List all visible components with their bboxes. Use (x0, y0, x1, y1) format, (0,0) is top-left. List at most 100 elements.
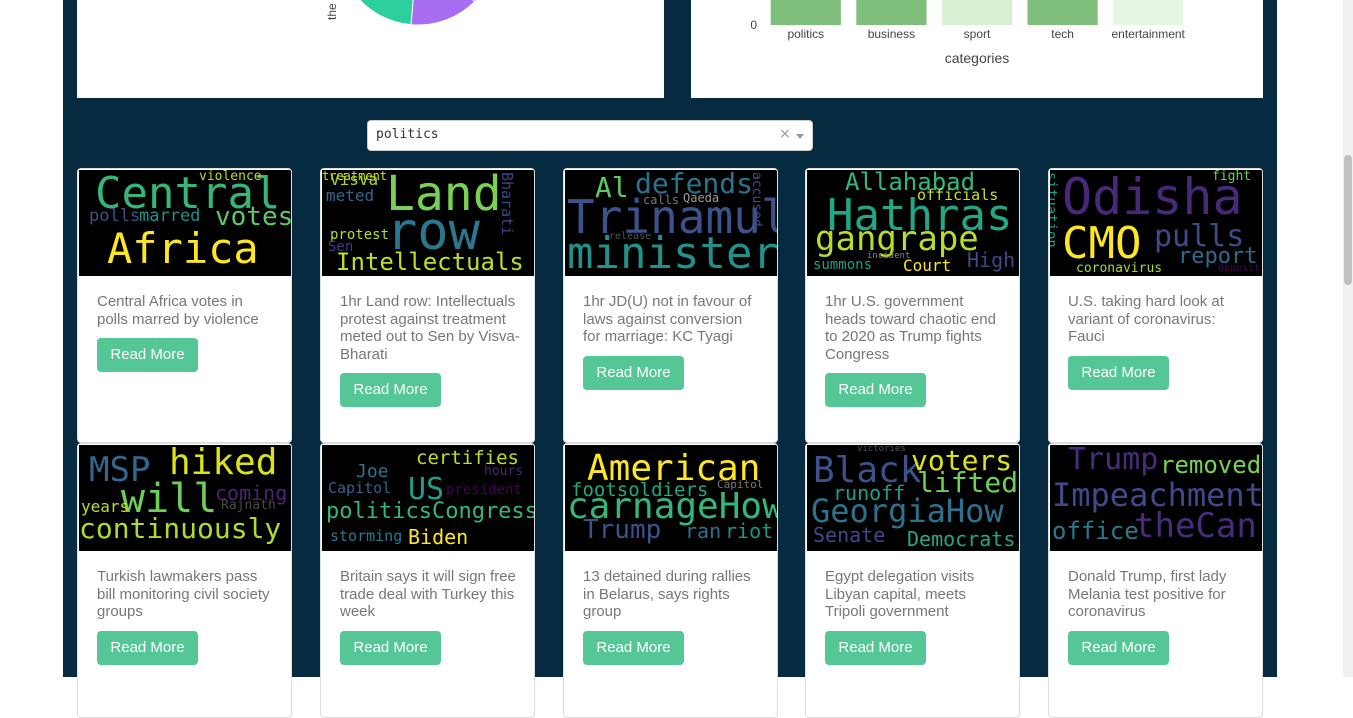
word-cloud-word: Court (903, 256, 952, 275)
word-cloud-word: Trump (583, 515, 662, 545)
word-cloud-image: Land row Intellectuals Visva meted protest Sen… (322, 170, 534, 276)
read-more-button[interactable]: Read More (1068, 355, 1169, 390)
read-more-button[interactable]: Read More (1068, 630, 1169, 665)
news-headline: U.S. taking hard look at variant of coro… (1068, 293, 1224, 345)
word-cloud-word: hours (484, 464, 524, 479)
bar-politics[interactable] (770, 0, 841, 25)
word-cloud-word: Opposition (1218, 263, 1262, 274)
word-cloud-image: American footsoldiers Capitol carnageHow Tru… (565, 445, 777, 551)
pie-slice-label: the (325, 3, 339, 20)
word-cloud-word: Bharati (498, 172, 516, 236)
x-tick-label: politics (787, 27, 824, 41)
bar-chart: 0politics business sport tech entertainment … (750, 0, 1186, 66)
news-card: Odisha CMO pulls report fight situation corona… (1048, 168, 1263, 443)
news-headline: Central Africa votes in polls marred by … (97, 293, 259, 328)
clear-icon[interactable]: × (779, 126, 791, 142)
word-cloud-word: minister (567, 228, 778, 276)
word-cloud-word: treatment (322, 170, 388, 183)
word-cloud-word: Biden (408, 525, 469, 549)
word-cloud-word: fight (1212, 170, 1252, 184)
x-tick-label: business (868, 27, 915, 41)
read-more-button[interactable]: Read More (825, 630, 926, 665)
news-headline: 13 detained during rallies in Belarus, s… (583, 568, 751, 620)
word-cloud-word: calls (643, 193, 680, 207)
word-cloud-word: politicsCongress (326, 499, 535, 524)
news-card: Central Africa votes polls marred violence Cen… (77, 168, 292, 443)
news-headline: Donald Trump, first lady Melania test po… (1068, 568, 1227, 620)
word-cloud-word: officials (917, 186, 999, 204)
word-cloud-word: Democrats (907, 527, 1016, 551)
word-cloud-word: Rajnath (221, 498, 276, 513)
word-cloud-image: Hathras gangrape Allahabad officials summons… (807, 170, 1019, 276)
bar-tech[interactable] (1027, 0, 1098, 25)
word-cloud-word: riot (725, 519, 774, 543)
news-headline: Turkish lawmakers pass bill monitoring c… (97, 568, 270, 620)
page-scrollbar[interactable] (1343, 0, 1353, 677)
word-cloud-word: summons (813, 257, 873, 273)
category-dropdown[interactable]: politics × (367, 120, 813, 151)
scrollbar-thumb[interactable] (1344, 155, 1352, 285)
word-cloud-word: Capitol (328, 479, 392, 497)
news-headline: Egypt delegation visits Libyan capital, … (825, 568, 975, 620)
word-cloud-word: continuously (79, 512, 282, 545)
word-cloud-word: Africa (107, 224, 259, 273)
x-tick-label: tech (1051, 27, 1074, 41)
word-cloud-image: certifies Joe hours Capitol US president polit… (322, 445, 535, 551)
word-cloud-image: Central Africa votes polls marred violence (79, 170, 292, 276)
read-more-button[interactable]: Read More (340, 630, 441, 665)
news-headline: 1hr U.S. government heads toward chaotic… (825, 293, 996, 363)
word-cloud-word: Al (595, 171, 629, 204)
word-cloud-word: release (609, 231, 652, 242)
dropdown-selected-value: politics (376, 127, 439, 142)
pie-chart: the (325, 0, 477, 26)
read-more-button[interactable]: Read More (97, 630, 198, 665)
word-cloud-word: meted (326, 186, 375, 205)
word-cloud-word: violence (199, 170, 262, 184)
word-cloud-image: MSP hiked will coming years Rajnath continuous… (79, 445, 291, 551)
word-cloud-image: victories Black voters lifted runoff GeorgiaH… (807, 445, 1019, 551)
news-headline: 1hr Land row: Intellectuals protest agai… (340, 293, 520, 363)
pie-slice[interactable] (343, 0, 418, 26)
word-cloud-word: removed (1160, 451, 1262, 479)
read-more-button[interactable]: Read More (825, 373, 926, 407)
x-tick-label: sport (964, 27, 991, 41)
news-headline: Britain says it will sign free trade dea… (340, 568, 516, 620)
chevron-down-icon[interactable] (796, 134, 804, 139)
bar-sport[interactable] (941, 0, 1013, 25)
bar-business[interactable] (856, 0, 927, 25)
read-more-button[interactable]: Read More (583, 630, 684, 665)
news-card: Land row Intellectuals Visva meted protest Sen… (320, 168, 535, 443)
bar-chart-panel: 0 politics business sport tech entertainment … (691, 0, 1263, 98)
bar-entertainment[interactable] (1113, 0, 1184, 25)
word-cloud-word: CMO (1062, 218, 1142, 269)
news-card: Trinamul minister defends Al Qaeda calls relea… (563, 168, 778, 443)
word-cloud-word: president (446, 482, 522, 498)
word-cloud-word: Intellectuals (336, 248, 524, 276)
word-cloud-image: Odisha CMO pulls report fight situation corona… (1050, 170, 1262, 276)
word-cloud-word: accused (749, 172, 764, 227)
word-cloud-word: Trump (1068, 445, 1159, 477)
word-cloud-word: High (967, 248, 1016, 272)
read-more-button[interactable]: Read More (340, 373, 441, 407)
news-headline: 1hr JD(U) not in favour of laws against … (583, 293, 752, 345)
pie-slice[interactable] (410, 0, 476, 26)
pie-chart-panel: the (77, 0, 664, 98)
read-more-button[interactable]: Read More (97, 338, 198, 372)
x-axis-title: categories (945, 50, 1010, 66)
word-cloud-word: Senate (813, 523, 886, 547)
word-cloud-word: votes (215, 202, 292, 232)
word-cloud-word: Sen (328, 239, 354, 255)
word-cloud-word: theCan (1134, 506, 1257, 546)
word-cloud-word: ran (685, 519, 722, 543)
word-cloud-word: coronavirus (1076, 261, 1163, 276)
word-cloud-word: office (1052, 517, 1139, 545)
word-cloud-word: Qaeda (683, 191, 720, 205)
x-tick-label: entertainment (1112, 27, 1186, 41)
word-cloud-word: marred (139, 206, 201, 226)
news-card: Hathras gangrape Allahabad officials summons… (805, 168, 1020, 443)
word-cloud-word: situation (1050, 172, 1059, 248)
read-more-button[interactable]: Read More (583, 355, 684, 390)
word-cloud-word: storming (330, 527, 403, 545)
word-cloud-word: polls (89, 206, 141, 226)
word-cloud-image: Trump removed Impeachment office theCan (1050, 445, 1262, 551)
